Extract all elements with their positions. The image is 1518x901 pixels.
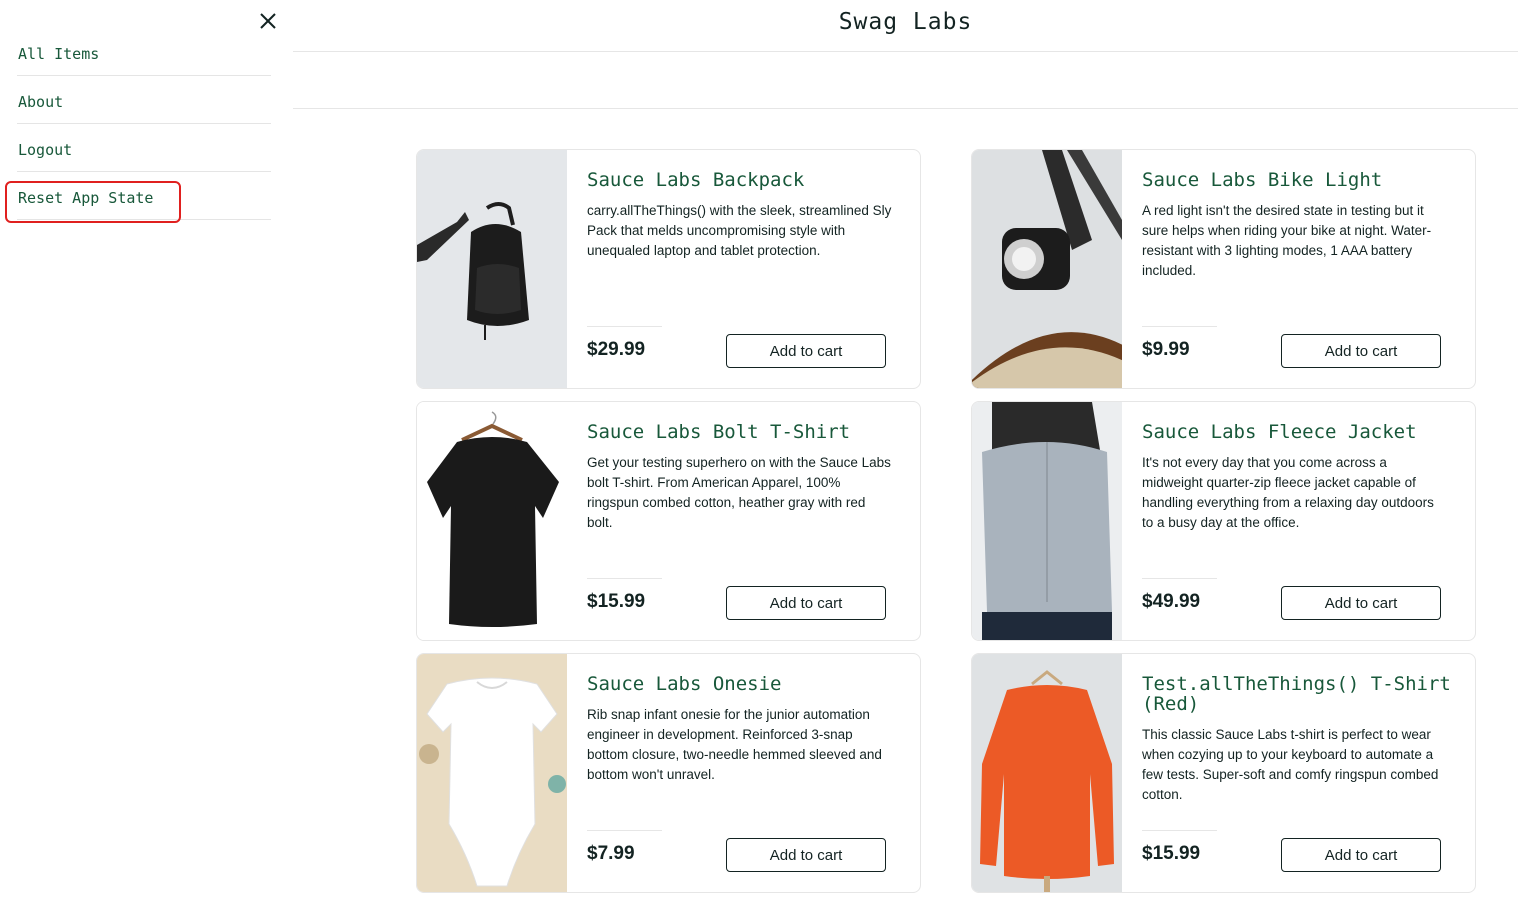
menu-list: All Items About Logout Reset App State [17, 28, 271, 220]
product-name[interactable]: Sauce Labs Onesie [587, 674, 897, 694]
add-to-cart-button[interactable]: Add to cart [726, 334, 886, 368]
product-price: $9.99 [1142, 339, 1190, 360]
menu-item-all-items[interactable]: All Items [17, 28, 271, 76]
product-description: It's not every day that you come across … [1142, 455, 1434, 530]
product-name[interactable]: Test.allTheThings() T-Shirt (Red) [1142, 674, 1452, 714]
product-description: A red light isn't the desired state in t… [1142, 203, 1432, 278]
price-divider [587, 830, 662, 831]
product-image[interactable] [417, 654, 567, 892]
product-card: Sauce Labs Onesie Rib snap infant onesie… [416, 653, 921, 893]
product-image[interactable] [972, 654, 1122, 892]
product-description: This classic Sauce Labs t-shirt is perfe… [1142, 727, 1439, 802]
menu-item-reset-app-state[interactable]: Reset App State [17, 172, 271, 220]
product-name[interactable]: Sauce Labs Bike Light [1142, 170, 1452, 190]
product-image[interactable] [417, 402, 567, 640]
product-card: Sauce Labs Bike Light A red light isn't … [971, 149, 1476, 389]
product-description: Get your testing superhero on with the S… [587, 455, 891, 530]
menu-item-about[interactable]: About [17, 76, 271, 124]
backpack-image [417, 150, 567, 388]
red-tshirt-image [972, 654, 1122, 892]
product-price: $49.99 [1142, 591, 1201, 612]
price-divider [587, 326, 662, 327]
product-description: Rib snap infant onesie for the junior au… [587, 707, 882, 782]
product-image[interactable] [972, 150, 1122, 388]
tshirt-image [417, 402, 567, 640]
app-title: Swag Labs [838, 9, 973, 35]
bike-light-image [972, 150, 1122, 388]
app-header: Swag Labs [293, 0, 1518, 52]
price-divider [1142, 578, 1217, 579]
onesie-image [417, 654, 567, 892]
product-card: Sauce Labs Backpack carry.allTheThings()… [416, 149, 921, 389]
product-description: carry.allTheThings() with the sleek, str… [587, 203, 892, 258]
price-divider [1142, 326, 1217, 327]
add-to-cart-button[interactable]: Add to cart [1281, 334, 1441, 368]
product-name[interactable]: Sauce Labs Bolt T-Shirt [587, 422, 897, 442]
product-price: $15.99 [587, 591, 646, 612]
sidebar-menu: All Items About Logout Reset App State [0, 0, 290, 901]
product-image[interactable] [972, 402, 1122, 640]
add-to-cart-button[interactable]: Add to cart [1281, 586, 1441, 620]
product-name[interactable]: Sauce Labs Backpack [587, 170, 897, 190]
product-price: $29.99 [587, 339, 646, 360]
product-card: Test.allTheThings() T-Shirt (Red) This c… [971, 653, 1476, 893]
price-divider [587, 578, 662, 579]
product-card: Sauce Labs Bolt T-Shirt Get your testing… [416, 401, 921, 641]
add-to-cart-button[interactable]: Add to cart [726, 586, 886, 620]
product-image[interactable] [417, 150, 567, 388]
product-name[interactable]: Sauce Labs Fleece Jacket [1142, 422, 1452, 442]
secondary-header [293, 52, 1518, 109]
fleece-jacket-image [972, 402, 1122, 640]
menu-item-logout[interactable]: Logout [17, 124, 271, 172]
product-price: $7.99 [587, 843, 635, 864]
product-card: Sauce Labs Fleece Jacket It's not every … [971, 401, 1476, 641]
product-price: $15.99 [1142, 843, 1201, 864]
add-to-cart-button[interactable]: Add to cart [1281, 838, 1441, 872]
add-to-cart-button[interactable]: Add to cart [726, 838, 886, 872]
price-divider [1142, 830, 1217, 831]
